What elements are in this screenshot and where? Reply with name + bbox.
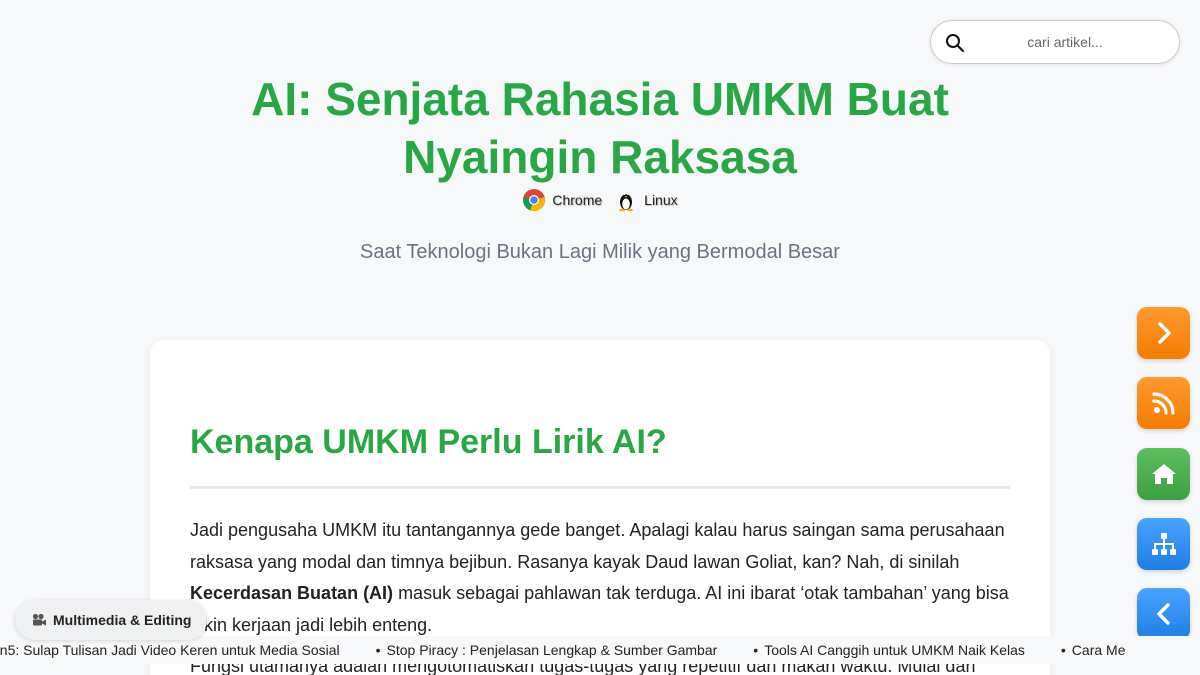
badge-chrome-label: Chrome xyxy=(552,192,603,208)
linux-icon xyxy=(619,193,634,212)
page-subtitle: Saat Teknologi Bukan Lagi Milik yang Ber… xyxy=(360,241,840,263)
search-icon xyxy=(946,34,965,53)
next-button[interactable] xyxy=(1137,307,1190,359)
bullet-icon: • xyxy=(753,642,759,658)
news-ticker: en5: Sulap Tulisan Jadi Video Keren untu… xyxy=(0,636,1200,664)
chrome-icon xyxy=(523,189,546,212)
back-button[interactable] xyxy=(1137,588,1190,640)
bullet-icon: • xyxy=(375,642,381,658)
article-paragraph: Jadi pengusaha UMKM itu tantangannya ged… xyxy=(190,515,1010,641)
page-title: AI: Senjata Rahasia UMKM Buat Nyaingin R… xyxy=(251,73,949,183)
ticker-item-text: Tools AI Canggih untuk UMKM Naik Kelas xyxy=(764,642,1025,658)
ticker-item[interactable]: • Tools AI Canggih untuk UMKM Naik Kelas xyxy=(753,636,1025,664)
platform-badges: Chrome Linux xyxy=(0,188,1200,212)
badge-linux-label: Linux xyxy=(644,192,678,208)
rss-button[interactable] xyxy=(1137,377,1190,429)
bullet-icon: • xyxy=(1060,642,1066,658)
article-card: Kenapa UMKM Perlu Lirik AI? Jadi pengusa… xyxy=(150,340,1050,675)
category-chip-label: Multimedia & Editing xyxy=(53,612,192,628)
section-heading: Kenapa UMKM Perlu Lirik AI? xyxy=(190,423,667,461)
ticker-item-text: Stop Piracy : Penjelasan Lengkap & Sumbe… xyxy=(386,642,718,658)
chevron-right-icon xyxy=(1157,322,1171,344)
camera-icon xyxy=(32,613,46,626)
home-button[interactable] xyxy=(1137,448,1190,500)
heading-divider xyxy=(190,486,1010,489)
chevron-left-icon xyxy=(1156,603,1170,625)
ticker-item[interactable]: • Stop Piracy : Penjelasan Lengkap & Sumb… xyxy=(376,636,718,664)
ticker-item-text: Cara Me xyxy=(1071,642,1126,658)
badge-chrome: Chrome xyxy=(522,188,602,212)
category-chip[interactable]: Multimedia & Editing xyxy=(15,600,208,640)
paragraph-text: Jadi pengusaha UMKM itu tantangannya ged… xyxy=(190,520,1005,572)
rss-icon xyxy=(1151,392,1175,415)
paragraph-bold-term: Kecerdasan Buatan (AI) xyxy=(190,583,394,603)
ticker-item[interactable]: en5: Sulap Tulisan Jadi Video Keren untu… xyxy=(0,636,340,664)
ticker-item-text: en5: Sulap Tulisan Jadi Video Keren untu… xyxy=(0,642,340,658)
sitemap-button[interactable] xyxy=(1137,518,1190,570)
search-input[interactable] xyxy=(931,21,1179,63)
sitemap-icon xyxy=(1151,533,1176,555)
home-icon xyxy=(1151,464,1176,484)
search-box[interactable] xyxy=(930,20,1180,64)
ticker-item[interactable]: • Cara Me xyxy=(1061,636,1126,664)
ticker-track: en5: Sulap Tulisan Jadi Video Keren untu… xyxy=(0,636,1161,664)
badge-linux: Linux xyxy=(614,188,678,212)
